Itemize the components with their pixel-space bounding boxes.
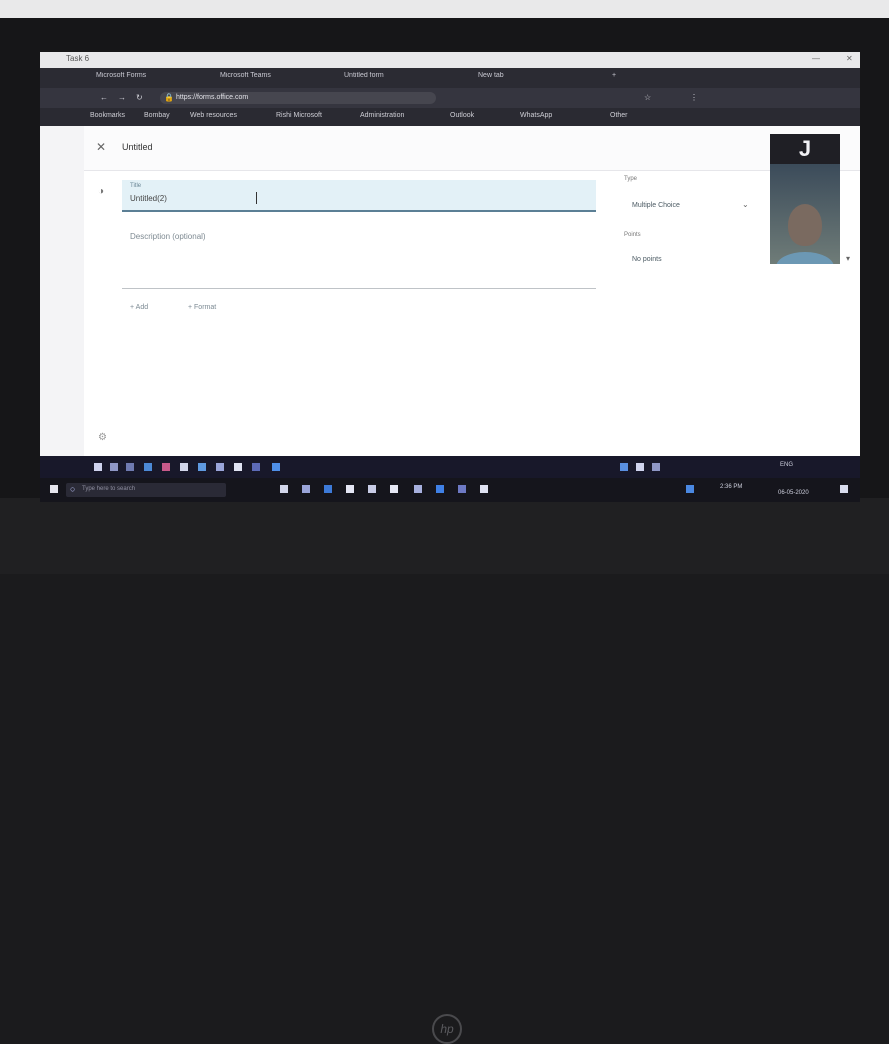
bookmark-item[interactable]: Bookmarks bbox=[90, 112, 125, 119]
tray-icon[interactable] bbox=[652, 463, 660, 471]
description-field[interactable]: Description (optional) bbox=[122, 230, 596, 289]
file-explorer-icon[interactable] bbox=[302, 485, 310, 493]
title-field-label: Title bbox=[130, 183, 142, 189]
browser-tab-strip: Microsoft Forms Microsoft Teams Untitled… bbox=[40, 68, 860, 88]
participant-initial: J bbox=[770, 134, 840, 164]
title-field-value: Untitled(2) bbox=[130, 194, 167, 203]
chrome-icon[interactable] bbox=[436, 485, 444, 493]
app-icon[interactable] bbox=[414, 485, 422, 493]
minimize-icon[interactable]: — bbox=[812, 54, 820, 63]
tab-forms[interactable]: Microsoft Forms bbox=[96, 72, 196, 84]
window-titlebar: Task 6 — ✕ bbox=[40, 52, 860, 69]
room-wall bbox=[0, 0, 889, 18]
tab-untitled-form[interactable]: Untitled form bbox=[344, 72, 454, 84]
bookmark-item[interactable]: Administration bbox=[360, 112, 404, 119]
app-icon[interactable] bbox=[162, 463, 170, 471]
notifications-icon[interactable] bbox=[840, 485, 848, 493]
forward-arrow-icon[interactable]: → bbox=[118, 93, 126, 102]
app-icon[interactable] bbox=[144, 463, 152, 471]
photos-icon[interactable] bbox=[390, 485, 398, 493]
app-icon[interactable] bbox=[480, 485, 488, 493]
edge-icon[interactable] bbox=[324, 485, 332, 493]
window-title: Task 6 bbox=[66, 54, 90, 63]
tray-icon[interactable] bbox=[636, 463, 644, 471]
laptop-bezel-bottom: hp bbox=[0, 498, 889, 1044]
question-icon: ◑ bbox=[98, 186, 105, 197]
type-dropdown-value[interactable]: Multiple Choice bbox=[632, 202, 680, 209]
chevron-down-icon[interactable]: ▾ bbox=[846, 254, 850, 263]
lock-icon: 🔒 bbox=[164, 93, 174, 102]
app-header: ✕ Untitled bbox=[84, 126, 860, 171]
participant-body bbox=[776, 252, 834, 264]
mail-icon[interactable] bbox=[368, 485, 376, 493]
bookmark-item[interactable]: Other bbox=[610, 112, 628, 119]
participant-face bbox=[788, 204, 822, 246]
laptop-screen: Task 6 — ✕ Microsoft Forms Microsoft Tea… bbox=[40, 52, 860, 502]
search-icon: ○ bbox=[70, 484, 76, 494]
windows-taskbar: ○ Type here to search 2:36 PM 06-05-2020 bbox=[40, 478, 860, 502]
forms-app-panel: ✕ Untitled ◑ Title Untitled(2) Descripti… bbox=[84, 126, 860, 456]
new-tab-plus-icon[interactable]: + bbox=[612, 72, 632, 84]
store-icon[interactable] bbox=[346, 485, 354, 493]
page-title: Untitled bbox=[122, 142, 153, 152]
clock-time[interactable]: 2:36 PM bbox=[720, 484, 742, 490]
star-icon[interactable]: ☆ bbox=[644, 93, 651, 102]
menu-dots-icon[interactable]: ⋮ bbox=[690, 93, 698, 102]
bookmark-item[interactable]: Rishi Microsoft bbox=[276, 112, 322, 119]
app-icon[interactable] bbox=[180, 463, 188, 471]
bookmarks-bar: Bookmarks Bombay Web resources Rishi Mic… bbox=[40, 108, 860, 126]
taskbar-search-input[interactable]: ○ Type here to search bbox=[66, 483, 226, 497]
app-icon[interactable] bbox=[272, 463, 280, 471]
tray-language[interactable]: ENG bbox=[780, 462, 793, 468]
app-icon[interactable] bbox=[216, 463, 224, 471]
app-icon[interactable] bbox=[126, 463, 134, 471]
search-placeholder: Type here to search bbox=[82, 486, 136, 492]
description-placeholder: Description (optional) bbox=[130, 232, 206, 241]
teams-icon[interactable] bbox=[458, 485, 466, 493]
add-button[interactable]: + Add bbox=[130, 304, 148, 311]
chevron-down-icon[interactable]: ⌄ bbox=[742, 200, 749, 209]
clock-date[interactable]: 06-05-2020 bbox=[778, 490, 809, 496]
laptop-brand-logo: hp bbox=[432, 1014, 462, 1044]
text-cursor bbox=[256, 192, 257, 204]
reload-icon[interactable]: ↻ bbox=[136, 93, 143, 102]
app-icon[interactable] bbox=[94, 463, 102, 471]
points-label: Points bbox=[624, 232, 641, 238]
bookmark-item[interactable]: Bombay bbox=[144, 112, 170, 119]
bookmark-item[interactable]: Web resources bbox=[190, 112, 237, 119]
app-icon[interactable] bbox=[198, 463, 206, 471]
address-input[interactable]: https://forms.office.com bbox=[160, 92, 436, 104]
close-icon[interactable]: ✕ bbox=[846, 54, 853, 63]
tab-teams[interactable]: Microsoft Teams bbox=[220, 72, 330, 84]
format-button[interactable]: + Format bbox=[188, 304, 216, 311]
bookmark-item[interactable]: WhatsApp bbox=[520, 112, 552, 119]
network-icon[interactable] bbox=[686, 485, 694, 493]
app-icon[interactable] bbox=[252, 463, 260, 471]
close-icon[interactable]: ✕ bbox=[96, 140, 106, 154]
address-bar-row: ← → ↻ https://forms.office.com 🔒 ☆ ⋮ bbox=[40, 88, 860, 108]
app-icon-strip: ENG bbox=[40, 456, 860, 478]
title-field[interactable]: Title Untitled(2) bbox=[122, 180, 596, 212]
gear-icon[interactable]: ⚙ bbox=[98, 432, 107, 443]
task-view-icon[interactable] bbox=[280, 485, 288, 493]
app-icon[interactable] bbox=[234, 463, 242, 471]
bookmark-item[interactable]: Outlook bbox=[450, 112, 474, 119]
back-arrow-icon[interactable]: ← bbox=[100, 93, 108, 102]
windows-start-icon[interactable] bbox=[50, 485, 58, 493]
webcam-overlay: J bbox=[770, 134, 840, 264]
points-dropdown-value[interactable]: No points bbox=[632, 256, 662, 263]
type-label: Type bbox=[624, 176, 638, 182]
tab-new[interactable]: New tab bbox=[478, 72, 558, 84]
participant-video bbox=[770, 164, 840, 264]
app-icon[interactable] bbox=[110, 463, 118, 471]
tray-icon[interactable] bbox=[620, 463, 628, 471]
